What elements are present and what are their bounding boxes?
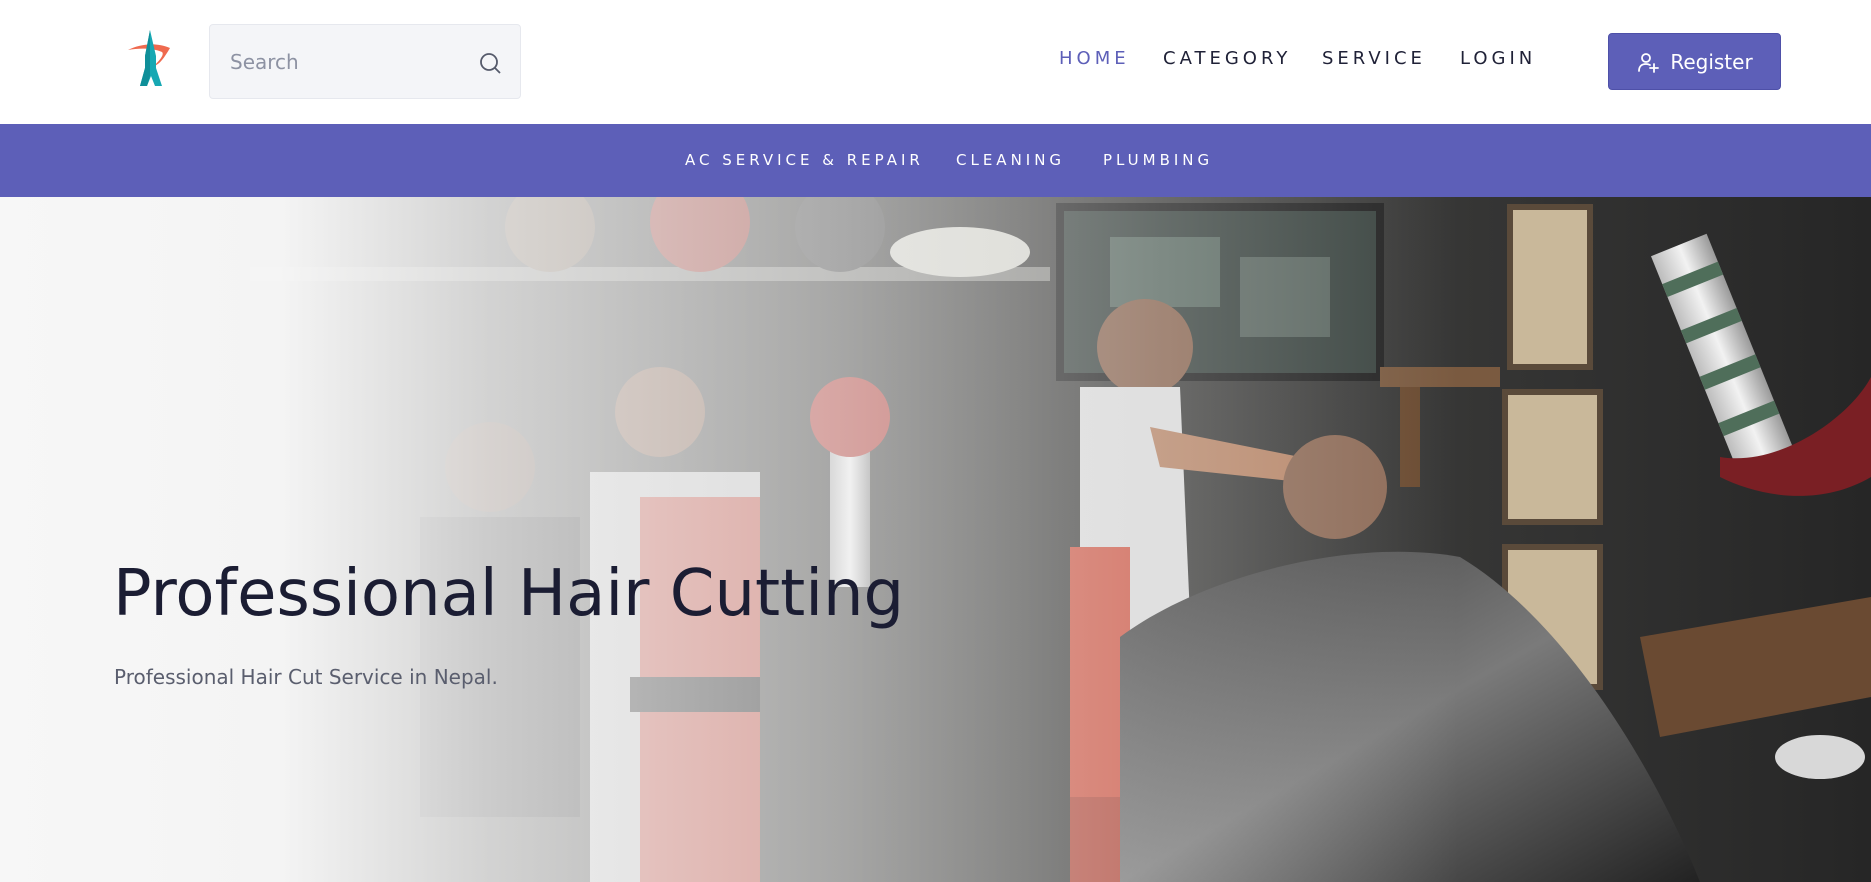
hero-title: Professional Hair Cutting [113,557,905,631]
hero-subtitle: Professional Hair Cut Service in Nepal. [114,665,498,689]
nav-service[interactable]: SERVICE [1322,48,1426,69]
subnav-plumbing[interactable]: PLUMBING [1103,151,1213,169]
search-icon[interactable] [478,51,502,75]
register-label: Register [1670,49,1753,74]
subnav-cleaning[interactable]: CLEANING [956,151,1065,169]
site-header: HOME CATEGORY SERVICE LOGIN Register [0,0,1871,124]
search-input[interactable] [230,25,460,98]
search-box [209,24,521,99]
register-button[interactable]: Register [1608,33,1781,90]
subnav-ac-service[interactable]: AC SERVICE & REPAIR [685,151,924,169]
hero-overlay [0,197,1871,882]
nav-category[interactable]: CATEGORY [1163,48,1291,69]
nav-home[interactable]: HOME [1059,48,1130,69]
hero-banner: Professional Hair Cutting Professional H… [0,197,1871,882]
user-plus-icon [1638,52,1660,73]
nav-login[interactable]: LOGIN [1460,48,1536,69]
rocket-logo-icon[interactable] [126,28,174,90]
category-bar: AC SERVICE & REPAIR CLEANING PLUMBING [0,124,1871,197]
